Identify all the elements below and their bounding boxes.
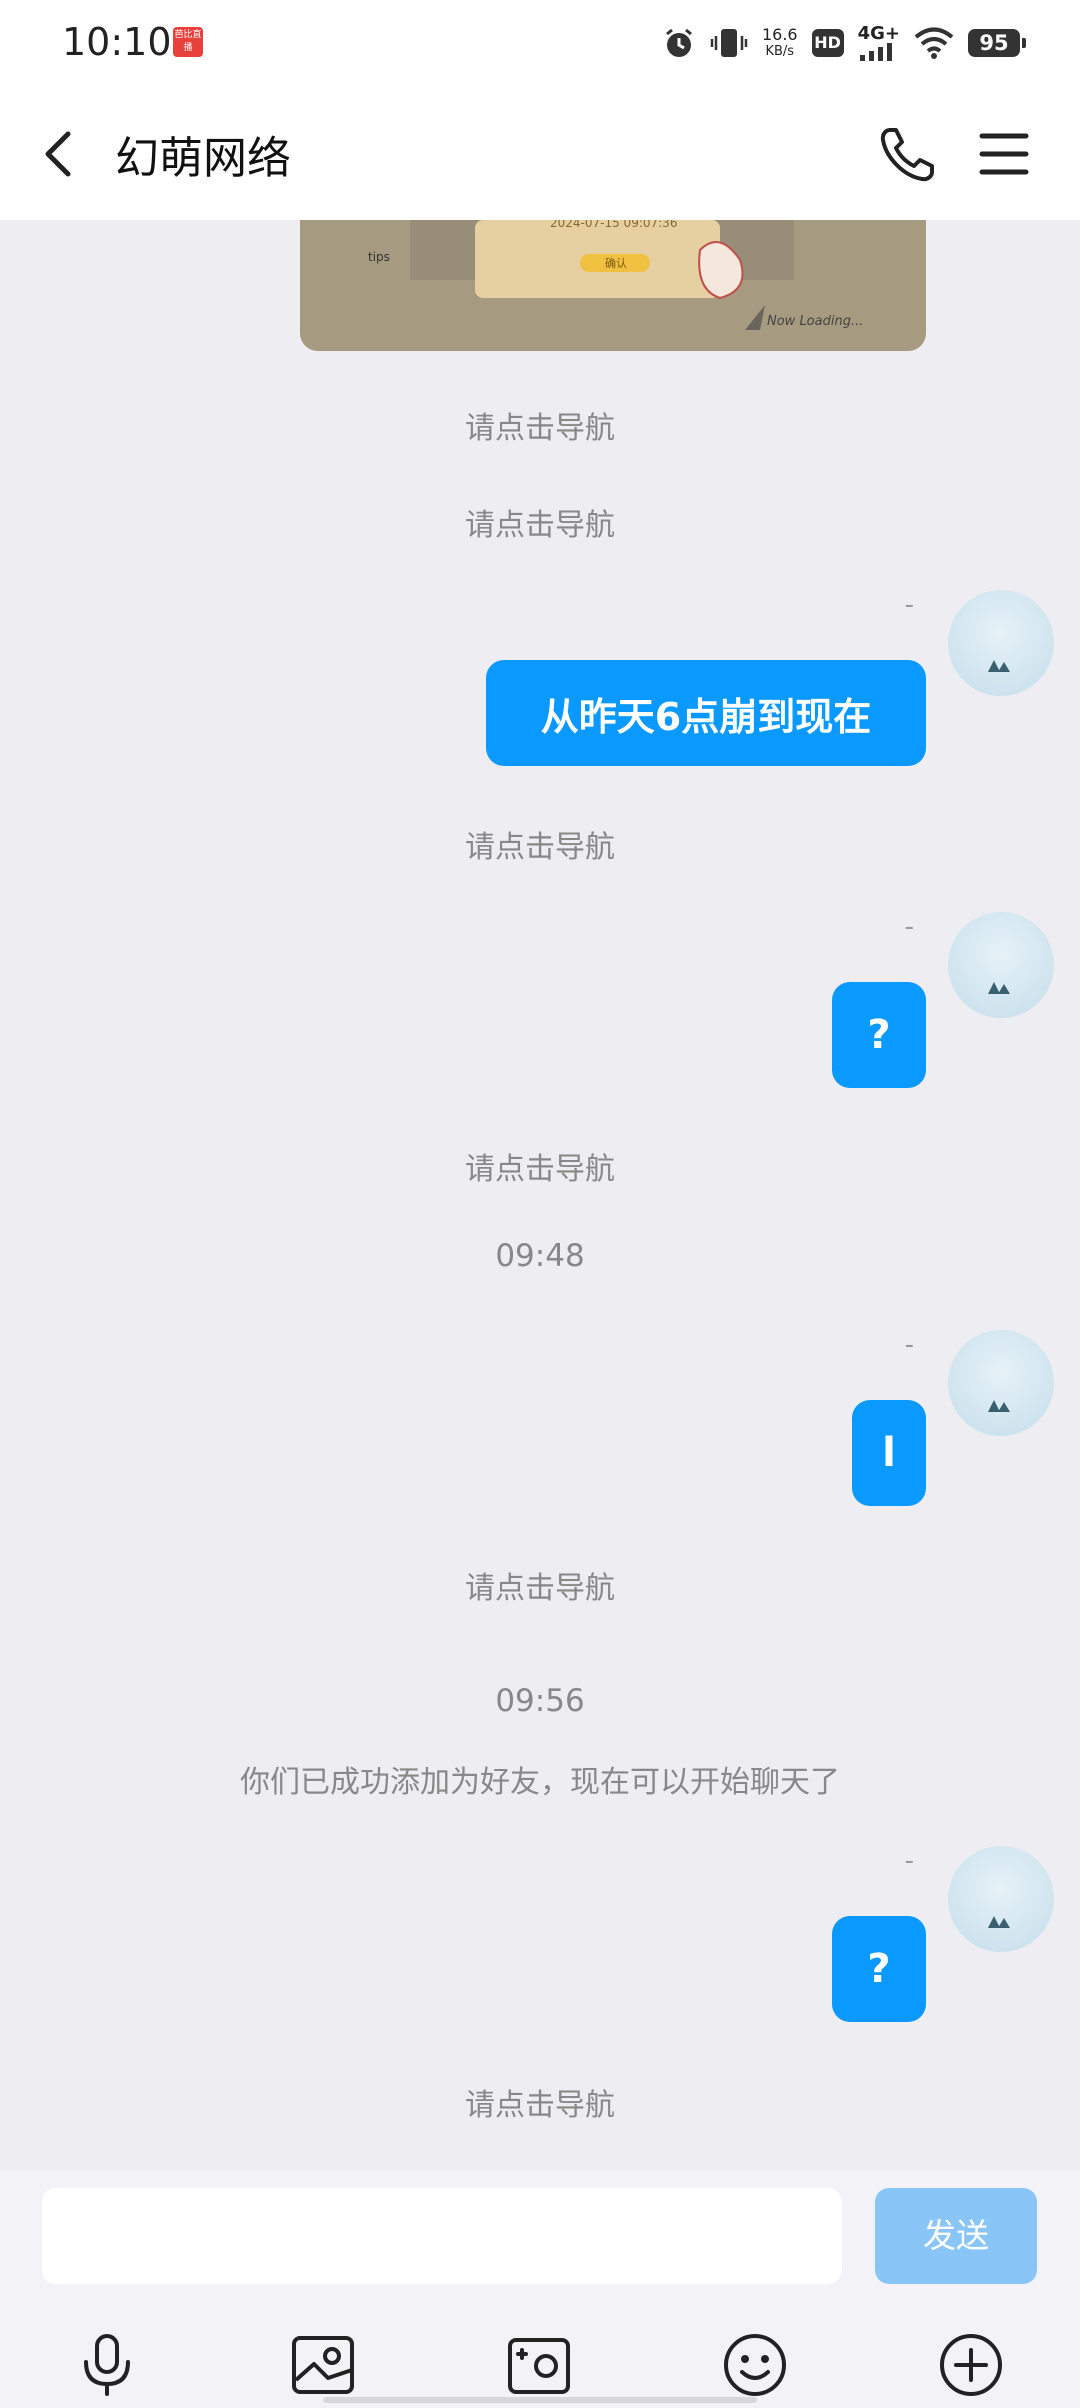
message-bubble[interactable]: ?	[832, 1916, 926, 2022]
status-icons: 16.6 KB/s HD 4G+ 95	[662, 18, 1026, 68]
wifi-icon	[914, 27, 954, 59]
message-input[interactable]	[42, 2188, 842, 2284]
photo-icon[interactable]	[288, 2330, 358, 2400]
message-bubble[interactable]: ?	[832, 982, 926, 1088]
image-tips-text: tips	[368, 250, 390, 264]
menu-icon[interactable]	[974, 122, 1034, 186]
app-badge-icon: 芭比直播	[173, 27, 203, 57]
emoji-icon[interactable]	[720, 2330, 790, 2400]
battery-icon: 95	[968, 29, 1026, 57]
sender-name: -	[904, 1330, 914, 1360]
avatar[interactable]	[948, 590, 1054, 696]
sender-name: -	[904, 1846, 914, 1876]
image-loading-text: Now Loading...	[767, 314, 864, 329]
chat-header: 幻萌网络	[0, 86, 1080, 220]
signal-icon: 4G+	[858, 25, 900, 61]
avatar[interactable]	[948, 1846, 1054, 1952]
nav-prompt[interactable]: 请点击导航	[0, 1144, 1080, 1188]
net-speed: 16.6 KB/s	[761, 25, 798, 59]
camera-icon[interactable]	[504, 2330, 574, 2400]
avatar-image-icon	[988, 1400, 1010, 1412]
timestamp: 09:48	[495, 1238, 585, 1274]
phone-call-icon[interactable]	[876, 122, 940, 186]
message-bubble[interactable]: 从昨天6点崩到现在	[486, 660, 926, 766]
avatar-image-icon	[988, 982, 1010, 994]
home-indicator[interactable]	[323, 2397, 757, 2403]
image-message[interactable]: 2024-07-15 09:07:36 确认 tips Now Loading.…	[300, 220, 926, 351]
timestamp: 09:56	[495, 1683, 585, 1719]
status-time: 10:10	[62, 20, 172, 64]
microphone-icon[interactable]	[72, 2330, 142, 2400]
input-bar: 发送	[0, 2170, 1080, 2408]
message-bubble[interactable]: l	[852, 1400, 926, 1506]
chat-title[interactable]: 幻萌网络	[115, 122, 291, 186]
nav-prompt[interactable]: 请点击导航	[0, 822, 1080, 866]
status-bar: 10:10 芭比直播 16.6 KB/s HD 4G+ 95	[0, 0, 1080, 86]
hd-icon: HD	[811, 29, 844, 57]
alarm-icon	[666, 28, 692, 57]
avatar[interactable]	[948, 912, 1054, 1018]
friend-added-notice: 你们已成功添加为好友，现在可以开始聊天了	[240, 1765, 840, 1800]
image-confirm-text: 确认	[605, 257, 627, 270]
plus-icon[interactable]	[936, 2330, 1006, 2400]
nav-prompt[interactable]: 请点击导航	[0, 403, 1080, 447]
nav-prompt[interactable]: 请点击导航	[0, 500, 1080, 544]
image-date-text: 2024-07-15 09:07:36	[550, 220, 678, 230]
sender-name: -	[904, 912, 914, 942]
avatar-image-icon	[988, 1916, 1010, 1928]
send-button[interactable]: 发送	[875, 2188, 1037, 2284]
avatar-image-icon	[988, 660, 1010, 672]
nav-prompt[interactable]: 请点击导航	[0, 1563, 1080, 1607]
sender-name: -	[904, 590, 914, 620]
chat-messages[interactable]: 2024-07-15 09:07:36 确认 tips Now Loading.…	[0, 220, 1080, 2170]
back-icon[interactable]	[32, 124, 92, 184]
avatar[interactable]	[948, 1330, 1054, 1436]
nav-prompt[interactable]: 请点击导航	[0, 2080, 1080, 2124]
vibrate-icon	[710, 29, 748, 57]
image-message-content	[300, 220, 926, 351]
